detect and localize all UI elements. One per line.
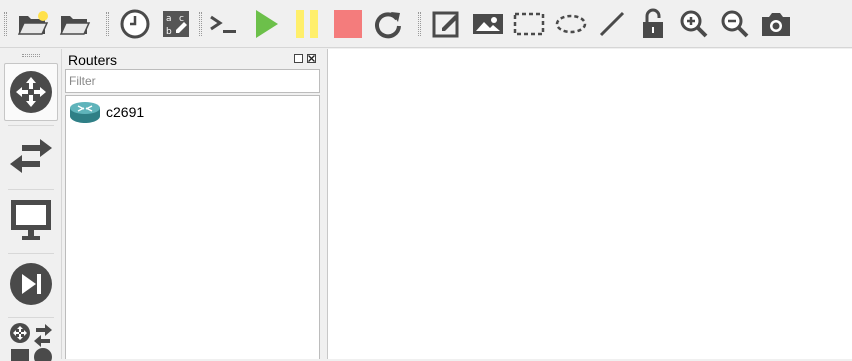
all-devices-category-icon xyxy=(10,323,52,361)
zoom-out-button[interactable] xyxy=(718,7,752,41)
topology-canvas[interactable] xyxy=(327,49,852,359)
toolbar-grip[interactable] xyxy=(418,12,421,36)
line-icon xyxy=(599,11,625,37)
devices-dock-panel: Routers c2691 xyxy=(63,49,321,359)
add-note-button[interactable] xyxy=(430,7,464,41)
panel-title: Routers xyxy=(68,52,118,68)
toolbar-grip[interactable] xyxy=(106,12,109,36)
draw-line-button[interactable] xyxy=(595,7,629,41)
console-all-button[interactable] xyxy=(207,7,241,41)
switches-category-icon xyxy=(10,139,52,173)
start-all-button[interactable] xyxy=(249,7,283,41)
category-divider xyxy=(8,317,54,318)
abc-labels-icon: a cb xyxy=(163,11,189,37)
clock-icon xyxy=(120,9,150,39)
float-panel-icon[interactable] xyxy=(294,54,303,63)
device-category-bar xyxy=(0,49,62,361)
reload-all-button[interactable] xyxy=(371,7,405,41)
device-label: c2691 xyxy=(106,104,145,120)
ellipse-icon xyxy=(555,14,587,34)
suspend-all-button[interactable] xyxy=(290,7,324,41)
security-devices-category-icon xyxy=(10,263,52,305)
show-interface-labels-button[interactable]: acb xyxy=(159,7,193,41)
stop-icon xyxy=(334,10,362,38)
security-devices-category-button[interactable] xyxy=(4,255,58,313)
router-icon xyxy=(70,102,100,123)
category-divider xyxy=(8,253,54,254)
pause-icon xyxy=(296,10,318,38)
end-devices-category-button[interactable] xyxy=(4,191,58,249)
edit-note-icon xyxy=(432,11,459,38)
filter-input[interactable] xyxy=(65,69,320,93)
toolbar-grip[interactable] xyxy=(199,12,202,36)
insert-image-button[interactable] xyxy=(471,7,505,41)
rectangle-icon xyxy=(513,12,545,36)
device-list-item[interactable]: c2691 xyxy=(69,100,144,124)
play-icon xyxy=(256,10,278,38)
folder-open-icon xyxy=(59,16,91,35)
routers-category-icon xyxy=(10,71,52,113)
reload-icon xyxy=(375,12,401,39)
routers-category-button[interactable] xyxy=(4,63,58,121)
screenshot-button[interactable] xyxy=(759,7,793,41)
folder-new-icon xyxy=(17,11,49,35)
picture-icon xyxy=(473,14,503,34)
svg-text:b: b xyxy=(166,27,172,37)
draw-ellipse-button[interactable] xyxy=(554,7,588,41)
all-devices-category-button[interactable] xyxy=(4,321,58,361)
category-divider xyxy=(8,125,54,126)
unlock-icon xyxy=(643,8,663,38)
device-bar-grip[interactable] xyxy=(22,54,40,57)
switches-category-button[interactable] xyxy=(4,127,58,185)
terminal-icon xyxy=(210,15,236,33)
toolbar-grip[interactable] xyxy=(4,12,7,36)
device-list: c2691 xyxy=(65,95,320,359)
zoom-in-icon xyxy=(680,10,708,38)
svg-text:c: c xyxy=(179,14,184,24)
open-project-button[interactable] xyxy=(58,7,92,41)
category-divider xyxy=(8,189,54,190)
snapshot-button[interactable] xyxy=(118,7,152,41)
lock-items-button[interactable] xyxy=(636,7,670,41)
svg-text:a: a xyxy=(166,14,172,24)
draw-rectangle-button[interactable] xyxy=(512,7,546,41)
new-project-button[interactable] xyxy=(16,7,50,41)
camera-icon xyxy=(762,13,790,36)
end-devices-category-icon xyxy=(11,200,51,240)
main-toolbar: acb xyxy=(0,0,852,48)
stop-all-button[interactable] xyxy=(331,7,365,41)
zoom-in-button[interactable] xyxy=(677,7,711,41)
close-panel-icon[interactable] xyxy=(307,54,316,63)
zoom-out-icon xyxy=(721,10,749,38)
